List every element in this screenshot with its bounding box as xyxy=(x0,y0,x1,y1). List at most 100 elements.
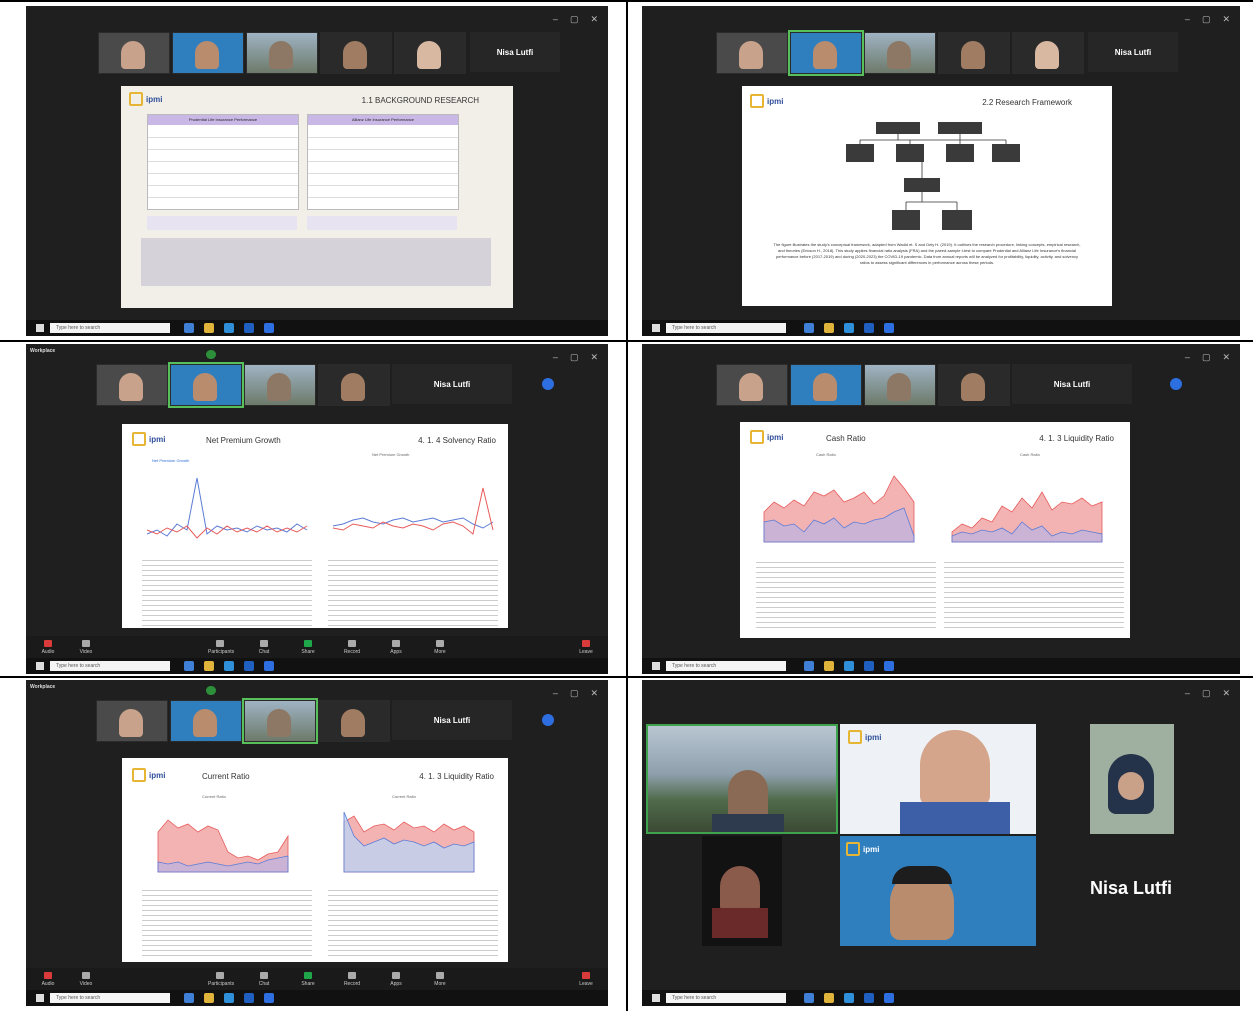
participant-video-tile[interactable] xyxy=(646,724,838,834)
record-button[interactable]: Record xyxy=(340,640,364,655)
taskbar-search-input[interactable]: Type here to search xyxy=(50,323,170,333)
app-icon[interactable] xyxy=(864,993,874,1003)
participant-thumbnail[interactable] xyxy=(788,30,864,76)
taskbar-search-input[interactable]: Type here to search xyxy=(50,993,170,1003)
windows-start-icon[interactable] xyxy=(652,324,660,332)
browser-icon[interactable] xyxy=(224,661,234,671)
participant-name-card[interactable]: Nisa Lutfi xyxy=(470,32,560,72)
more-button[interactable]: More xyxy=(428,972,452,987)
window-controls[interactable]: – ▢ ✕ xyxy=(553,352,598,363)
app-icon[interactable] xyxy=(184,661,194,671)
app-icon[interactable] xyxy=(864,323,874,333)
participant-video-tile[interactable]: ipmi xyxy=(840,836,1036,946)
zoom-info-icon[interactable] xyxy=(542,378,554,390)
participant-thumbnail[interactable] xyxy=(938,32,1010,74)
participant-thumbnail[interactable] xyxy=(790,364,862,406)
folder-icon[interactable] xyxy=(204,993,214,1003)
audio-button[interactable]: Audio xyxy=(36,640,60,655)
app-icon[interactable] xyxy=(804,661,814,671)
participant-thumbnail[interactable] xyxy=(394,32,466,74)
participant-thumbnail[interactable] xyxy=(98,32,170,74)
app-icon[interactable] xyxy=(184,323,194,333)
participant-video-tile[interactable]: ipmi xyxy=(840,724,1036,834)
taskbar-search-input[interactable]: Type here to search xyxy=(666,993,786,1003)
window-controls[interactable]: – ▢ ✕ xyxy=(553,14,598,25)
audio-button[interactable]: Audio xyxy=(36,972,60,987)
participant-thumbnail[interactable] xyxy=(172,32,244,74)
record-button[interactable]: Record xyxy=(340,972,364,987)
folder-icon[interactable] xyxy=(204,323,214,333)
zoom-status-pill[interactable] xyxy=(206,686,216,695)
chat-button[interactable]: Chat xyxy=(252,640,276,655)
taskbar-search-input[interactable]: Type here to search xyxy=(50,661,170,671)
windows-start-icon[interactable] xyxy=(652,662,660,670)
participants-button[interactable]: Participants xyxy=(208,640,234,655)
taskbar-search-input[interactable]: Type here to search xyxy=(666,323,786,333)
apps-button[interactable]: Apps xyxy=(384,640,408,655)
window-controls[interactable]: – ▢ ✕ xyxy=(553,688,598,699)
participant-thumbnail[interactable] xyxy=(96,364,168,406)
participant-thumbnail[interactable] xyxy=(716,32,788,74)
zoom-icon[interactable] xyxy=(264,661,274,671)
windows-start-icon[interactable] xyxy=(36,662,44,670)
chat-button[interactable]: Chat xyxy=(252,972,276,987)
participant-thumbnail[interactable] xyxy=(318,700,390,742)
participant-thumbnail[interactable] xyxy=(96,700,168,742)
participant-video-tile[interactable] xyxy=(702,836,782,946)
browser-icon[interactable] xyxy=(844,661,854,671)
app-icon[interactable] xyxy=(184,993,194,1003)
apps-button[interactable]: Apps xyxy=(384,972,408,987)
zoom-status-pill[interactable] xyxy=(206,350,216,359)
browser-icon[interactable] xyxy=(224,323,234,333)
participant-thumbnail[interactable] xyxy=(864,32,936,74)
zoom-icon[interactable] xyxy=(884,993,894,1003)
participant-thumbnail[interactable] xyxy=(244,364,316,406)
app-icon[interactable] xyxy=(244,661,254,671)
browser-icon[interactable] xyxy=(844,993,854,1003)
folder-icon[interactable] xyxy=(824,993,834,1003)
share-button[interactable]: Share xyxy=(296,972,320,987)
taskbar-search-input[interactable]: Type here to search xyxy=(666,661,786,671)
zoom-info-icon[interactable] xyxy=(542,714,554,726)
browser-icon[interactable] xyxy=(844,323,854,333)
participant-thumbnail[interactable] xyxy=(864,364,936,406)
leave-button[interactable]: Leave xyxy=(574,640,598,655)
folder-icon[interactable] xyxy=(824,323,834,333)
zoom-icon[interactable] xyxy=(884,661,894,671)
participant-name-card[interactable]: Nisa Lutfi xyxy=(392,364,512,404)
participant-thumbnail[interactable] xyxy=(320,32,392,74)
more-button[interactable]: More xyxy=(428,640,452,655)
participant-video-tile[interactable] xyxy=(1090,724,1174,834)
leave-button[interactable]: Leave xyxy=(574,972,598,987)
app-icon[interactable] xyxy=(244,323,254,333)
share-button[interactable]: Share xyxy=(296,640,320,655)
video-button[interactable]: Video xyxy=(74,640,98,655)
participant-thumbnail[interactable] xyxy=(318,364,390,406)
participant-thumbnail[interactable] xyxy=(716,364,788,406)
windows-start-icon[interactable] xyxy=(36,324,44,332)
window-controls[interactable]: – ▢ ✕ xyxy=(1185,688,1230,699)
participant-thumbnail[interactable] xyxy=(246,32,318,74)
participant-thumbnail[interactable] xyxy=(242,698,318,744)
participant-name-card[interactable]: Nisa Lutfi xyxy=(1088,32,1178,72)
folder-icon[interactable] xyxy=(204,661,214,671)
participant-name-card[interactable]: Nisa Lutfi xyxy=(1012,364,1132,404)
zoom-info-icon[interactable] xyxy=(1170,378,1182,390)
participant-thumbnail[interactable] xyxy=(938,364,1010,406)
video-button[interactable]: Video xyxy=(74,972,98,987)
window-controls[interactable]: – ▢ ✕ xyxy=(1185,352,1230,363)
app-icon[interactable] xyxy=(244,993,254,1003)
participant-thumbnail[interactable] xyxy=(1012,32,1084,74)
participant-name-card[interactable]: Nisa Lutfi xyxy=(392,700,512,740)
participants-button[interactable]: Participants xyxy=(208,972,234,987)
windows-start-icon[interactable] xyxy=(36,994,44,1002)
zoom-icon[interactable] xyxy=(884,323,894,333)
app-icon[interactable] xyxy=(804,993,814,1003)
folder-icon[interactable] xyxy=(824,661,834,671)
browser-icon[interactable] xyxy=(224,993,234,1003)
participant-thumbnail[interactable] xyxy=(170,700,242,742)
app-icon[interactable] xyxy=(804,323,814,333)
participant-name-tile[interactable]: Nisa Lutfi xyxy=(1038,836,1234,946)
window-controls[interactable]: – ▢ ✕ xyxy=(1185,14,1230,25)
app-icon[interactable] xyxy=(864,661,874,671)
